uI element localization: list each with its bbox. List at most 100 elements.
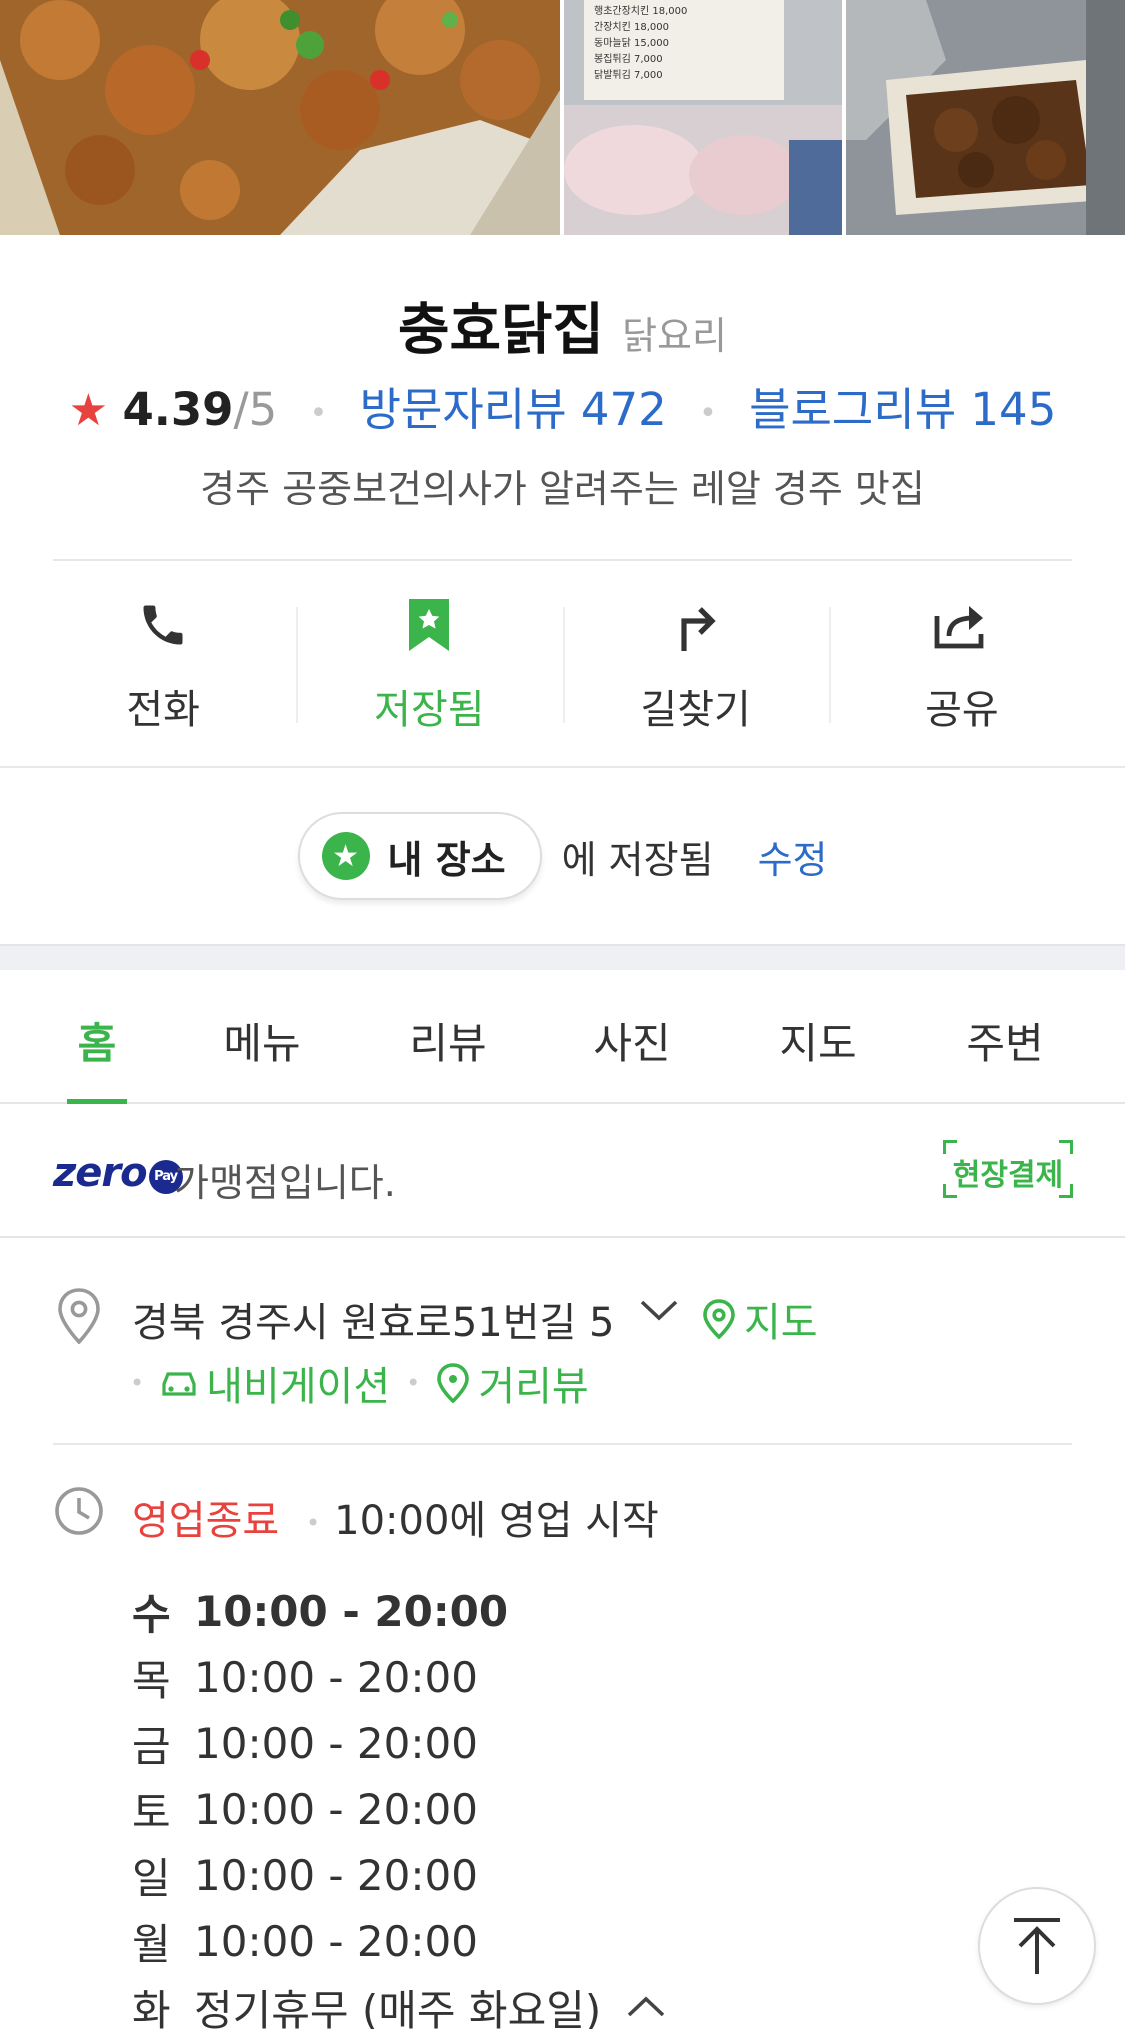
hours-time: 10:00 - 20:00	[194, 1784, 478, 1834]
address-links: • 내비게이션 • 거리뷰	[130, 1354, 589, 1412]
arrow-up-icon	[1014, 1918, 1060, 1974]
hours-row: 수 10:00 - 20:00	[132, 1578, 665, 1644]
hours-time: 10:00 - 20:00	[194, 1850, 478, 1900]
menu-line-4: 봉집튀김 7,000	[594, 53, 663, 65]
section-spacer	[0, 944, 1125, 970]
hours-list: 수 10:00 - 20:00 목 10:00 - 20:00 금 10:00 - 2…	[132, 1578, 665, 2029]
hours-day: 화	[132, 1985, 171, 2029]
menu-line-3: 동마늘닭 15,000	[594, 37, 669, 49]
street-view-pin-icon	[437, 1363, 470, 1403]
place-name: 충효닭집	[398, 298, 605, 363]
address-text: 경북 경주시 원효로51번길 5	[132, 1300, 615, 1346]
hours-time: 정기휴무 (매주 화요일)	[194, 1985, 602, 2029]
hours-row: 목 10:00 - 20:00	[132, 1644, 665, 1710]
photo-gallery[interactable]: 행초간장치킨 18,000 간장치킨 18,000 동마늘닭 15,000 봉집…	[0, 0, 1125, 235]
visitor-reviews-link[interactable]: 방문자리뷰 472	[360, 383, 667, 436]
star-icon: ★	[321, 832, 370, 880]
map-link[interactable]: 지도	[702, 1290, 818, 1348]
call-button[interactable]: 전화	[30, 595, 296, 735]
hours-time: 10:00 - 20:00	[194, 1652, 478, 1702]
separator-dot: •	[130, 1369, 145, 1397]
onsite-payment-label: 현장결제	[952, 1158, 1064, 1193]
save-label: 저장됨	[374, 687, 485, 733]
share-icon	[933, 595, 991, 655]
next-open-text: • 10:00에 영업 시작	[306, 1488, 659, 1546]
street-view-link[interactable]: 거리뷰	[436, 1354, 589, 1412]
location-pin-icon	[56, 1288, 102, 1348]
zero-pay-row: zero Pay 가맹점입니다. 현장결제	[0, 1104, 1125, 1238]
chevron-down-icon[interactable]	[640, 1298, 678, 1326]
hours-row: 일 10:00 - 20:00	[132, 1842, 665, 1908]
hours-row: 화 정기휴무 (매주 화요일)	[132, 1974, 665, 2029]
photo-fried-chicken[interactable]	[0, 0, 560, 235]
hours-row: 금 10:00 - 20:00	[132, 1710, 665, 1776]
separator-dot: •	[699, 395, 717, 431]
map-pin-icon	[703, 1299, 735, 1339]
business-status: 영업종료	[132, 1498, 280, 1544]
clock-icon	[54, 1486, 104, 1540]
menu-line-2: 간장치킨 18,000	[594, 21, 669, 33]
share-label: 공유	[925, 687, 999, 733]
scroll-to-top-button[interactable]	[978, 1887, 1096, 2005]
place-header: 충효닭집 닭요리	[0, 285, 1125, 366]
zero-pay-logo: zero Pay	[53, 1150, 183, 1196]
phone-icon	[137, 595, 189, 655]
tab-menu[interactable]: 메뉴	[212, 1010, 312, 1071]
hours-day: 금	[132, 1721, 171, 1771]
hours-day: 수	[132, 1589, 171, 1639]
menu-line-5: 닭발튀김 7,000	[594, 69, 663, 81]
place-category: 닭요리	[622, 314, 727, 358]
directions-label: 길찾기	[640, 687, 751, 733]
tab-nearby[interactable]: 주변	[955, 1010, 1055, 1071]
bookmark-icon	[407, 595, 451, 655]
street-view-label: 거리뷰	[478, 1364, 589, 1410]
onsite-payment-button[interactable]: 현장결제	[943, 1140, 1073, 1198]
divider	[53, 1443, 1072, 1445]
action-bar: 전화 저장됨 길찾기 공유	[30, 595, 1095, 735]
car-icon	[162, 1372, 196, 1396]
place-description: 경주 공중보건의사가 알려주는 레알 경주 맛집	[200, 467, 925, 511]
zero-pay-text: 가맹점입니다.	[174, 1161, 396, 1205]
photo-chicken-box[interactable]	[846, 0, 1125, 235]
tab-reviews[interactable]: 리뷰	[398, 1010, 498, 1071]
hours-day: 토	[132, 1787, 171, 1837]
separator-dot: •	[306, 1509, 321, 1537]
tab-map[interactable]: 지도	[768, 1010, 868, 1071]
call-label: 전화	[126, 687, 200, 733]
menu-line-1: 행초간장치킨 18,000	[594, 5, 687, 17]
hours-day: 목	[132, 1655, 171, 1705]
chevron-up-icon[interactable]	[627, 1995, 665, 2019]
directions-button[interactable]: 길찾기	[562, 595, 829, 735]
share-button[interactable]: 공유	[828, 595, 1095, 735]
rating-score: 4.39	[122, 383, 234, 436]
save-button[interactable]: 저장됨	[296, 595, 562, 735]
hours-row: 토 10:00 - 20:00	[132, 1776, 665, 1842]
rating-row: ★ 4.39/5 • 방문자리뷰 472 • 블로그리뷰 145	[0, 373, 1125, 438]
rating-max: /5	[233, 383, 278, 436]
hours-time: 10:00 - 20:00	[194, 1586, 509, 1636]
my-places-label: 내 장소	[387, 837, 506, 882]
separator-dot: •	[406, 1369, 421, 1397]
hours-day: 일	[132, 1853, 171, 1903]
tab-bar: 홈 메뉴 리뷰 사진 지도 주변	[0, 972, 1125, 1104]
blog-reviews-link[interactable]: 블로그리뷰 145	[749, 383, 1056, 436]
divider	[0, 766, 1125, 768]
hours-row: 월 10:00 - 20:00	[132, 1908, 665, 1974]
saved-status-row: ★ 내 장소 에 저장됨 수정	[0, 812, 1125, 900]
map-link-label: 지도	[744, 1300, 818, 1346]
directions-icon	[672, 595, 720, 655]
tab-home[interactable]: 홈	[67, 1010, 127, 1071]
separator-dot: •	[309, 395, 328, 431]
saved-text: 에 저장됨	[561, 837, 714, 882]
hours-day: 월	[132, 1919, 171, 1969]
tab-photos[interactable]: 사진	[582, 1010, 682, 1071]
edit-button[interactable]: 수정	[758, 829, 828, 884]
navigation-link[interactable]: 내비게이션	[160, 1354, 390, 1412]
star-icon: ★	[68, 385, 109, 436]
hours-time: 10:00 - 20:00	[194, 1916, 478, 1966]
zero-pay-logo-text: zero	[53, 1150, 148, 1196]
my-places-chip[interactable]: ★ 내 장소	[297, 812, 542, 900]
divider	[53, 559, 1072, 561]
next-open-label: 10:00에 영업 시작	[334, 1498, 659, 1544]
photo-menu-board[interactable]: 행초간장치킨 18,000 간장치킨 18,000 동마늘닭 15,000 봉집…	[564, 0, 842, 235]
